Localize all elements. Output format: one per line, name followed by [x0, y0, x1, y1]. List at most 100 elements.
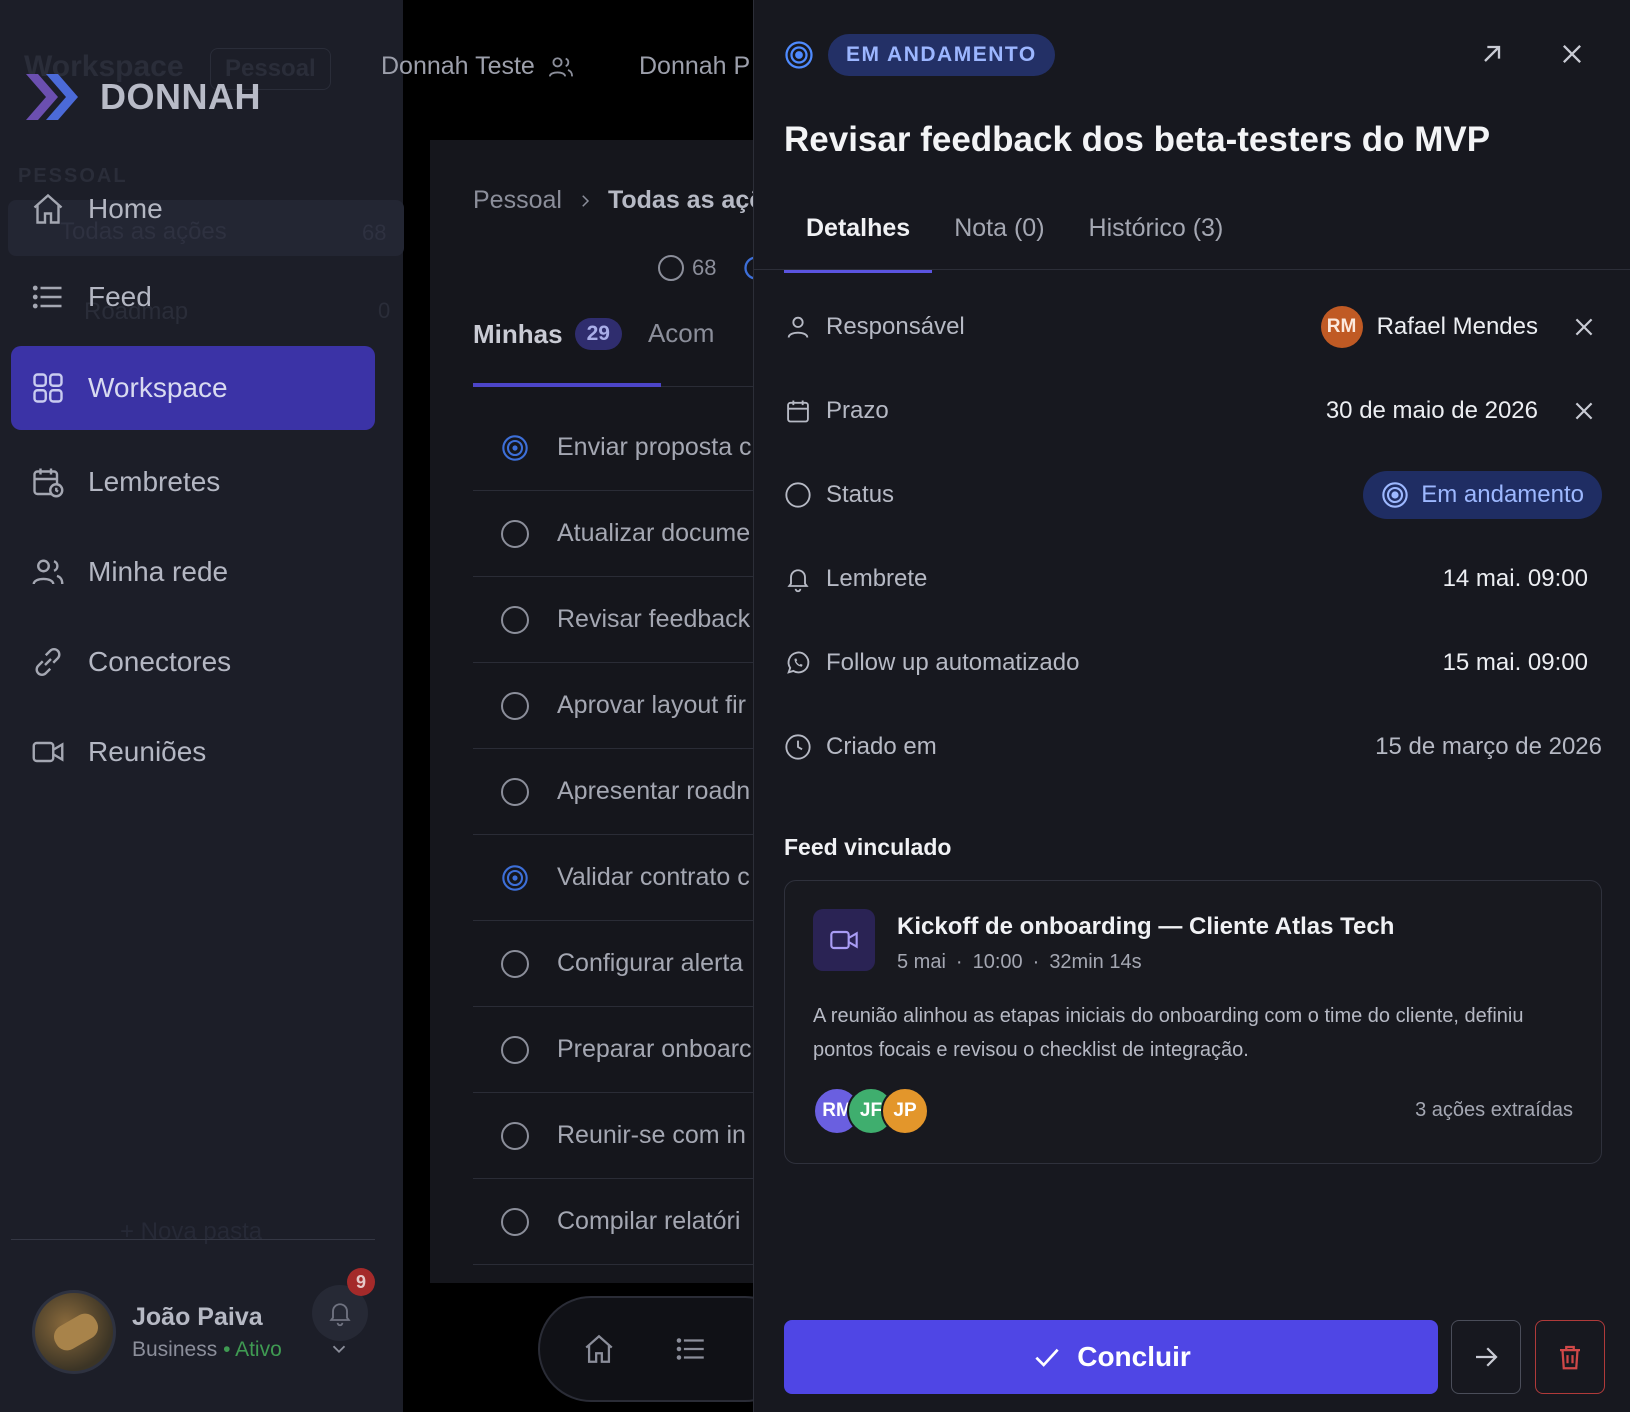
breadcrumb: Pessoal Todas as açõ [473, 186, 753, 215]
participant-avatar[interactable]: JP [881, 1087, 929, 1135]
open-circle-icon[interactable] [501, 605, 529, 634]
open-circle-icon[interactable] [501, 1035, 529, 1064]
next-action-button[interactable] [1451, 1320, 1521, 1394]
open-circle-icon[interactable] [501, 1121, 529, 1150]
list-icon[interactable] [674, 1332, 708, 1366]
list-item[interactable]: Revisar feedback [473, 577, 753, 663]
due-date-picker[interactable]: 30 de maio de 2026 [1326, 393, 1602, 429]
list-item[interactable]: Atualizar docume [473, 491, 753, 577]
list-item-title: Aprovar layout fir [557, 691, 746, 719]
meeting-date: 5 mai [897, 951, 946, 973]
sidebar-item-workspace[interactable]: Workspace [11, 346, 375, 430]
status-pill[interactable]: Em andamento [1363, 471, 1602, 519]
sidebar-item-home[interactable]: Home [11, 167, 375, 251]
status-chip[interactable]: EM ANDAMENTO [828, 34, 1055, 76]
breadcrumb-root[interactable]: Pessoal [473, 186, 562, 215]
prop-label: Criado em [826, 733, 937, 760]
list-item[interactable]: Reunir-se com in [473, 1093, 753, 1179]
list-item[interactable]: Preparar onboarc [473, 1007, 753, 1093]
follow-up-picker[interactable]: 15 mai. 09:00 [1443, 649, 1602, 677]
prop-responsavel: Responsável RM Rafael Mendes [784, 302, 1602, 352]
sidebar-divider [11, 1239, 375, 1240]
complete-button[interactable]: Concluir [784, 1320, 1438, 1394]
topbar-tab-donnah-teste[interactable]: Donnah Teste [381, 52, 575, 81]
grid-icon [33, 373, 63, 403]
open-circle-icon[interactable] [501, 949, 529, 978]
linked-feed-card[interactable]: Kickoff de onboarding — Cliente Atlas Te… [784, 880, 1602, 1164]
open-circle-icon[interactable] [501, 691, 529, 720]
prop-criado-em: Criado em 15 de março de 2026 [784, 722, 1602, 772]
list-item[interactable]: Enviar proposta c [473, 405, 753, 491]
sidebar-item-lembretes[interactable]: Lembretes [11, 440, 375, 524]
reminder-value: 14 mai. 09:00 [1442, 565, 1588, 592]
delete-action-button[interactable] [1535, 1320, 1605, 1394]
status-selector[interactable]: Em andamento [1363, 471, 1602, 519]
open-count: 68 [692, 255, 717, 280]
users-icon [548, 56, 573, 77]
list-item-title: Configurar alerta [557, 949, 744, 977]
prop-label-group: Lembrete [784, 565, 927, 593]
prop-label-group: Follow up automatizado [784, 649, 1079, 677]
arrow-right-icon [1476, 1347, 1498, 1367]
list-item-title: Validar contrato c [557, 863, 750, 891]
tab-detalhes[interactable]: Detalhes [784, 206, 933, 273]
user-profile[interactable]: João Paiva Business • Ativo [32, 1290, 282, 1374]
sidebar-item-feed[interactable]: Feed [11, 255, 375, 339]
prop-label: Lembrete [826, 565, 928, 592]
action-title[interactable]: Revisar feedback dos beta-testers do MVP [784, 120, 1490, 160]
open-fullpage-button[interactable] [1474, 36, 1510, 72]
list-item[interactable]: Apresentar roadn [473, 749, 753, 835]
action-detail-drawer: EM ANDAMENTO Revisar feedback dos beta-t… [753, 0, 1630, 1412]
close-icon [1575, 402, 1593, 420]
list-item[interactable]: Compilar relatóri [473, 1179, 753, 1265]
sidebar-item-conectores[interactable]: Conectores [11, 620, 375, 704]
linked-feed-heading: Feed vinculado [784, 834, 952, 860]
open-circle-icon[interactable] [501, 1207, 529, 1236]
drawer-tabs: Detalhes Nota (0) Histórico (3) [784, 206, 1245, 273]
tab-historico[interactable]: Histórico (3) [1067, 206, 1246, 273]
created-date: 15 de março de 2026 [1375, 733, 1602, 761]
chevron-down-icon [332, 1345, 346, 1354]
prop-label: Status [826, 481, 895, 508]
user-menu-toggle[interactable] [328, 1338, 350, 1365]
list-item[interactable]: Aprovar layout fir [473, 663, 753, 749]
complete-button-label: Concluir [1077, 1341, 1191, 1372]
meeting-time: 10:00 [972, 951, 1023, 973]
close-icon [1563, 45, 1581, 63]
list-item-title: Enviar proposta c [557, 433, 752, 461]
in-progress-icon [744, 256, 753, 280]
user-status-dot: • [223, 1337, 236, 1361]
in-progress-target-icon [785, 41, 813, 69]
clear-due-date-button[interactable] [1566, 393, 1602, 429]
assignee-picker[interactable]: RM Rafael Mendes [1320, 306, 1602, 348]
sidebar-item-label: Lembretes [88, 466, 221, 497]
in-progress-target-icon[interactable] [501, 434, 529, 462]
brand-logo[interactable]: DONNAH [24, 72, 261, 122]
extracted-actions-count: 3 ações extraídas [1415, 1099, 1573, 1121]
list-item[interactable]: Validar contrato c [473, 835, 753, 921]
sidebar-item-minha-rede[interactable]: Minha rede [11, 530, 375, 614]
close-drawer-button[interactable] [1554, 36, 1590, 72]
open-circle-icon[interactable] [501, 519, 529, 548]
assignee-avatar: RM [1320, 306, 1363, 348]
meeting-icon-tile [813, 909, 875, 971]
open-circle-icon[interactable] [501, 777, 529, 806]
donnah-logo-icon [26, 74, 78, 120]
home-icon[interactable] [582, 1332, 616, 1366]
tab-nota[interactable]: Nota (0) [932, 206, 1066, 273]
clear-assignee-button[interactable] [1566, 309, 1602, 345]
brand-name: DONNAH [100, 76, 261, 117]
list-item[interactable]: Configurar alerta [473, 921, 753, 1007]
prop-label: Responsável [826, 313, 965, 340]
in-progress-target-icon[interactable] [501, 864, 529, 892]
bell-icon [329, 1303, 351, 1327]
calendar-clock-icon [33, 468, 64, 498]
due-date-value: 30 de maio de 2026 [1325, 397, 1538, 424]
topbar-tab-donnah-p[interactable]: Donnah P [639, 52, 750, 81]
tab-minhas[interactable]: Minhas 29 [473, 318, 622, 350]
arrow-up-right-icon [1484, 45, 1501, 62]
tab-acompanhando[interactable]: Acom [648, 318, 714, 350]
sidebar-item-reunioes[interactable]: Reuniões [11, 710, 375, 794]
reminder-picker[interactable]: 14 mai. 09:00 [1443, 565, 1602, 593]
prop-follow-up: Follow up automatizado 15 mai. 09:00 [784, 638, 1602, 688]
